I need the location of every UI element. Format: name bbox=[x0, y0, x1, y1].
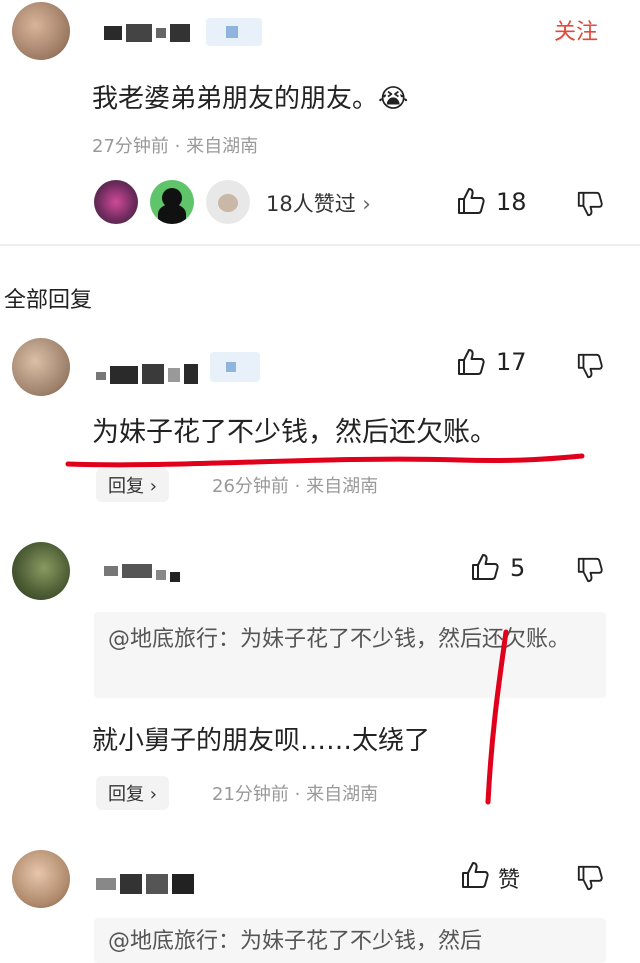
reply-meta: 21分钟前 · 来自湖南 bbox=[212, 784, 379, 805]
divider bbox=[0, 244, 640, 246]
thumbs-down-icon bbox=[577, 557, 603, 583]
thumbs-up-icon bbox=[458, 349, 485, 375]
dislike-button[interactable] bbox=[576, 190, 604, 218]
thumbs-up-icon bbox=[472, 554, 499, 580]
reply-name-blurred-1[interactable] bbox=[96, 362, 206, 386]
like-button[interactable] bbox=[456, 347, 486, 377]
dislike-button[interactable] bbox=[576, 352, 604, 380]
like-count: 17 bbox=[496, 348, 527, 376]
reply-name-blurred-3[interactable] bbox=[96, 872, 196, 898]
reply-button[interactable]: 回复 › bbox=[96, 468, 169, 502]
like-button[interactable] bbox=[456, 186, 486, 216]
dislike-button[interactable] bbox=[576, 864, 604, 892]
likers-label: 18人赞过 bbox=[266, 192, 356, 216]
reply-label: 回复 bbox=[108, 476, 144, 497]
likers-link[interactable]: 18人赞过 › bbox=[266, 188, 371, 218]
commenter-name-blurred[interactable] bbox=[104, 22, 194, 44]
follow-button[interactable]: 关注 bbox=[554, 14, 598, 46]
like-count: 5 bbox=[510, 554, 526, 582]
liker-avatar-2[interactable] bbox=[150, 180, 194, 224]
reply-avatar-1[interactable] bbox=[12, 338, 70, 396]
thumbs-up-icon bbox=[462, 862, 489, 888]
reply-button[interactable]: 回复 › bbox=[96, 776, 169, 810]
section-title: 全部回复 bbox=[4, 288, 93, 313]
crying-laughing-emoji: 😭 bbox=[378, 84, 409, 114]
dislike-button[interactable] bbox=[576, 556, 604, 584]
like-count: 18 bbox=[496, 188, 527, 216]
commenter-avatar[interactable] bbox=[12, 2, 70, 60]
main-comment-text: 我老婆弟弟朋友的朋友。😭 bbox=[92, 78, 408, 115]
reply-text: 就小舅子的朋友呗……太绕了 bbox=[92, 726, 431, 756]
reply-avatar-2[interactable] bbox=[12, 542, 70, 600]
reply-label: 回复 bbox=[108, 784, 144, 805]
chevron-right-icon: › bbox=[362, 192, 371, 216]
comment-text: 我老婆弟弟朋友的朋友。 bbox=[92, 84, 379, 114]
liker-avatar-3[interactable] bbox=[206, 180, 250, 224]
reply-avatar-3[interactable] bbox=[12, 850, 70, 908]
main-comment-meta: 27分钟前 · 来自湖南 bbox=[92, 136, 259, 157]
reply-name-blurred-2[interactable] bbox=[104, 562, 184, 584]
thumbs-up-icon bbox=[458, 188, 485, 214]
reply-text: 为妹子花了不少钱，然后还欠账。 bbox=[92, 417, 497, 448]
user-badge-icon bbox=[210, 352, 260, 382]
chevron-right-icon: › bbox=[149, 784, 157, 805]
liker-avatar-1[interactable] bbox=[94, 180, 138, 224]
chevron-right-icon: › bbox=[149, 476, 157, 497]
thumbs-down-icon bbox=[577, 353, 603, 379]
quoted-reply[interactable]: @地底旅行：为妹子花了不少钱，然后还欠账。 bbox=[94, 612, 606, 698]
user-badge-icon bbox=[206, 18, 262, 46]
like-button[interactable] bbox=[460, 860, 490, 890]
red-vertical-annotation bbox=[485, 629, 509, 805]
like-button[interactable] bbox=[470, 552, 500, 582]
reply-meta: 26分钟前 · 来自湖南 bbox=[212, 476, 379, 497]
quoted-reply[interactable]: @地底旅行：为妹子花了不少钱，然后 bbox=[94, 918, 606, 963]
thumbs-down-icon bbox=[577, 191, 603, 217]
like-label: 赞 bbox=[498, 868, 521, 893]
thumbs-down-icon bbox=[577, 865, 603, 891]
